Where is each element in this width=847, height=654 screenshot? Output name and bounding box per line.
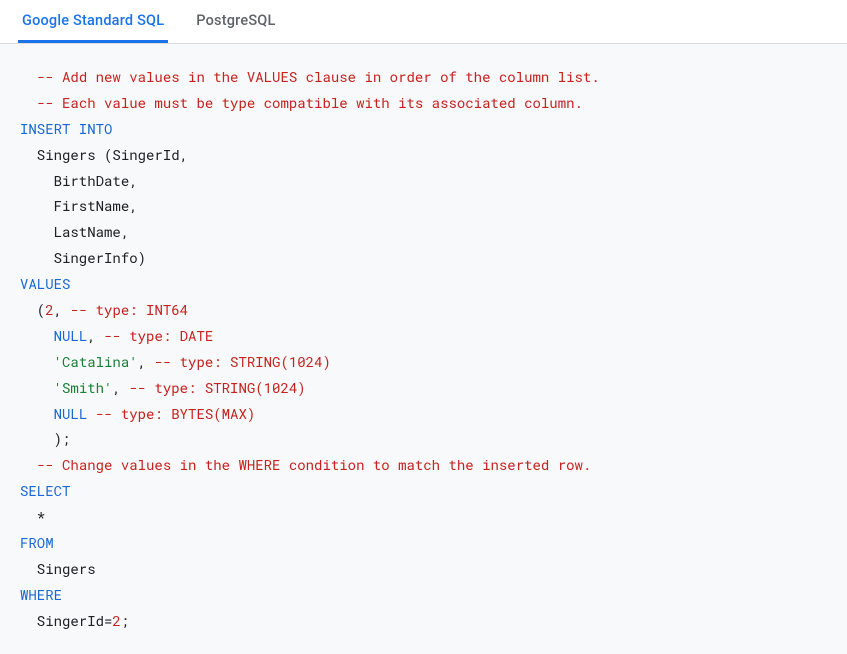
code-token-num: 2 xyxy=(45,300,53,319)
code-token-text: Singers (SingerId, BirthDate, FirstName,… xyxy=(20,145,188,268)
tab-bar: Google Standard SQL PostgreSQL xyxy=(0,0,847,44)
code-token-text xyxy=(20,352,54,371)
code-token-text: Singers xyxy=(20,559,96,578)
code-token-text: ; xyxy=(121,611,129,630)
code-token-str: 'Smith' xyxy=(54,378,113,397)
code-token-num: 2 xyxy=(112,611,120,630)
code-token-null: NULL xyxy=(54,326,88,345)
code-block: -- Add new values in the VALUES clause i… xyxy=(0,44,847,654)
code-token-comment: -- Add new values in the VALUES clause i… xyxy=(37,67,600,86)
code-token-comment: -- type: DATE xyxy=(104,326,213,345)
code-token-null: NULL xyxy=(54,404,88,423)
code-token-keyword: VALUES xyxy=(20,274,70,293)
code-token-keyword: INSERT INTO xyxy=(20,119,112,138)
code-token-text xyxy=(20,93,37,112)
code-token-text: , xyxy=(138,352,155,371)
code-token-keyword: FROM xyxy=(20,533,54,552)
code-token-comment: -- type: STRING(1024) xyxy=(154,352,330,371)
code-token-text: , xyxy=(87,326,104,345)
code-token-text xyxy=(20,404,54,423)
tab-postgresql[interactable]: PostgreSQL xyxy=(192,0,279,43)
code-token-text: , xyxy=(112,378,129,397)
code-token-text xyxy=(20,378,54,397)
code-token-comment: -- type: INT64 xyxy=(70,300,188,319)
code-token-text: , xyxy=(54,300,71,319)
tab-google-standard-sql[interactable]: Google Standard SQL xyxy=(18,0,168,43)
code-token-text: ( xyxy=(20,300,45,319)
code-token-comment: -- Change values in the WHERE condition … xyxy=(37,455,592,474)
code-token-text: * xyxy=(20,507,45,526)
code-token-keyword: SELECT xyxy=(20,481,70,500)
code-token-comment: -- type: STRING(1024) xyxy=(129,378,305,397)
code-token-comment: -- Each value must be type compatible wi… xyxy=(37,93,583,112)
code-token-text xyxy=(20,326,54,345)
code-token-comment: -- type: BYTES(MAX) xyxy=(96,404,256,423)
code-token-keyword: WHERE xyxy=(20,585,62,604)
code-token-text: SingerId= xyxy=(20,611,112,630)
code-token-str: 'Catalina' xyxy=(54,352,138,371)
code-token-text xyxy=(20,67,37,86)
code-token-text xyxy=(87,404,95,423)
